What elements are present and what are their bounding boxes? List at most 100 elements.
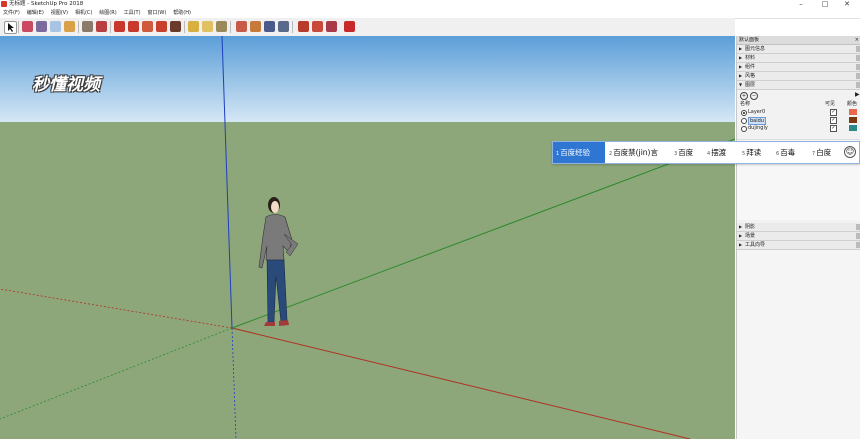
visible-checkbox[interactable]: ✓ [830,125,837,132]
sketchup-app-icon [1,1,7,7]
lower-tray-sections: ▶ 阴影 ▶ 场景 ▶ 工具向导 [737,223,860,250]
pan-tool-icon[interactable] [250,21,261,32]
candidate-text: 百毒 [780,148,796,157]
candidate-text: 百度禁(jin)言 [613,148,658,157]
tape-measure-tool-icon[interactable] [188,21,199,32]
delete-layer-icon[interactable]: − [750,92,758,100]
emoji-icon[interactable]: ☺ [844,146,856,158]
shape-tool-icon[interactable] [64,21,75,32]
layer-color-swatch[interactable] [849,117,857,123]
menu-window[interactable]: 窗口(W) [145,9,168,18]
layer-color-swatch[interactable] [849,109,857,115]
ime-candidate[interactable]: 6百毒 [773,142,798,163]
candidate-text: 摆渡 [711,148,727,157]
ime-candidate-bar: 1百度经验 2百度禁(jin)言 3百度 4摆渡 5拜读 6百毒 7白度 ☺ [552,141,860,164]
toolbar-separator [110,21,111,33]
arc-tool-icon[interactable] [50,21,61,32]
maximize-button[interactable]: □ [814,0,836,9]
candidate-text: 白度 [816,148,832,157]
minimize-button[interactable]: – [790,0,812,9]
ime-candidate[interactable]: 2百度禁(jin)言 [606,142,661,163]
visible-checkbox[interactable]: ✓ [830,109,837,116]
zoom-tool-icon[interactable] [264,21,275,32]
dimension-tool-icon[interactable] [202,21,213,32]
add-layer-icon[interactable]: + [740,92,748,100]
tray-header: 默认面板 × [737,36,860,45]
move-tool-icon[interactable] [114,21,125,32]
select-tool-icon[interactable] [4,21,17,34]
layer-row[interactable]: dujingly ✓ [737,124,860,132]
menu-draw[interactable]: 绘图(R) [97,9,118,18]
ime-candidate[interactable]: 3百度 [671,142,696,163]
tray-section-styles[interactable]: ▶ 风格 [737,72,860,81]
section-label: 场景 [745,233,756,239]
tray-section-materials[interactable]: ▶ 材料 [737,54,860,63]
sky [0,36,735,122]
zoom-extents-icon[interactable] [278,21,289,32]
column-name: 名称 [740,101,751,107]
scroll-thumb[interactable] [856,242,860,248]
tray-empty-area [737,250,860,439]
layer-name[interactable]: dujingly [748,124,768,132]
rotate-tool-icon[interactable] [128,21,139,32]
text-tool-icon[interactable] [216,21,227,32]
ime-candidate[interactable]: 4摆渡 [704,142,729,163]
candidate-number: 7 [812,151,816,157]
warehouse-icon[interactable] [298,21,309,32]
tray-close-icon[interactable]: × [855,36,859,44]
section-label: 组件 [745,64,756,70]
menu-tools[interactable]: 工具(T) [122,9,143,18]
tray-section-shadows[interactable]: ▶ 阴影 [737,223,860,232]
ime-candidate[interactable]: 1百度经验 [553,142,605,163]
push-pull-tool-icon[interactable] [82,21,93,32]
tray-section-instructor[interactable]: ▶ 工具向导 [737,241,860,250]
scroll-thumb[interactable] [856,224,860,230]
share-model-icon[interactable] [312,21,323,32]
layers-toolbar: + − ▶ [737,90,860,100]
layer-row[interactable]: baidu ✓ [737,116,860,125]
tray-section-components[interactable]: ▶ 组件 [737,63,860,72]
scroll-thumb[interactable] [856,233,860,239]
pencil-line-tool-icon[interactable] [36,21,47,32]
follow-me-tool-icon[interactable] [142,21,153,32]
menu-camera[interactable]: 相机(C) [73,9,94,18]
ime-candidate[interactable]: 5拜读 [739,142,764,163]
scroll-thumb[interactable] [856,55,860,61]
paint-bucket-tool-icon[interactable] [170,21,181,32]
section-label: 图元信息 [745,46,766,52]
offset-tool-icon[interactable] [96,21,107,32]
eraser-tool-icon[interactable] [22,21,33,32]
layer-name[interactable]: Layer0 [748,108,765,116]
scale-tool-icon[interactable] [156,21,167,32]
ime-candidate[interactable]: 7白度 [809,142,834,163]
layer-color-swatch[interactable] [849,125,857,131]
default-tray: 默认面板 × ▶ 图元信息 ▶ 材料 ▶ 组件 ▶ 风格 ▼ 图层 + − ▶ 名称 可见… [736,36,860,439]
scroll-thumb[interactable] [856,46,860,52]
menu-edit[interactable]: 编辑(E) [25,9,46,18]
menu-view[interactable]: 视图(V) [49,9,70,18]
drawing-viewport[interactable]: 秒懂视频 [0,36,735,439]
close-window-button[interactable]: ✕ [836,0,858,9]
tray-section-entity-info[interactable]: ▶ 图元信息 [737,45,860,54]
extension-warehouse-icon[interactable] [326,21,337,32]
tray-section-layers[interactable]: ▼ 图层 [737,81,860,90]
menu-file[interactable]: 文件(F) [1,9,22,18]
orbit-tool-icon[interactable] [236,21,247,32]
section-label: 图层 [745,82,756,88]
visible-checkbox[interactable]: ✓ [830,117,837,124]
candidate-number: 2 [609,151,613,157]
scroll-thumb[interactable] [856,73,860,79]
layers-details-icon[interactable]: ▶ [855,91,860,98]
section-label: 阴影 [745,224,756,230]
column-visible: 可见 [825,101,836,107]
menu-help[interactable]: 帮助(H) [171,9,193,18]
candidate-number: 1 [556,151,560,157]
section-label: 材料 [745,55,756,61]
active-layer-radio[interactable] [741,126,747,132]
layer-row[interactable]: Layer0 ✓ [737,108,860,116]
candidate-text: 拜读 [746,148,762,157]
ruby-console-icon[interactable] [344,21,355,32]
scroll-thumb[interactable] [856,64,860,70]
scroll-thumb[interactable] [856,82,860,88]
tray-section-scenes[interactable]: ▶ 场景 [737,232,860,241]
